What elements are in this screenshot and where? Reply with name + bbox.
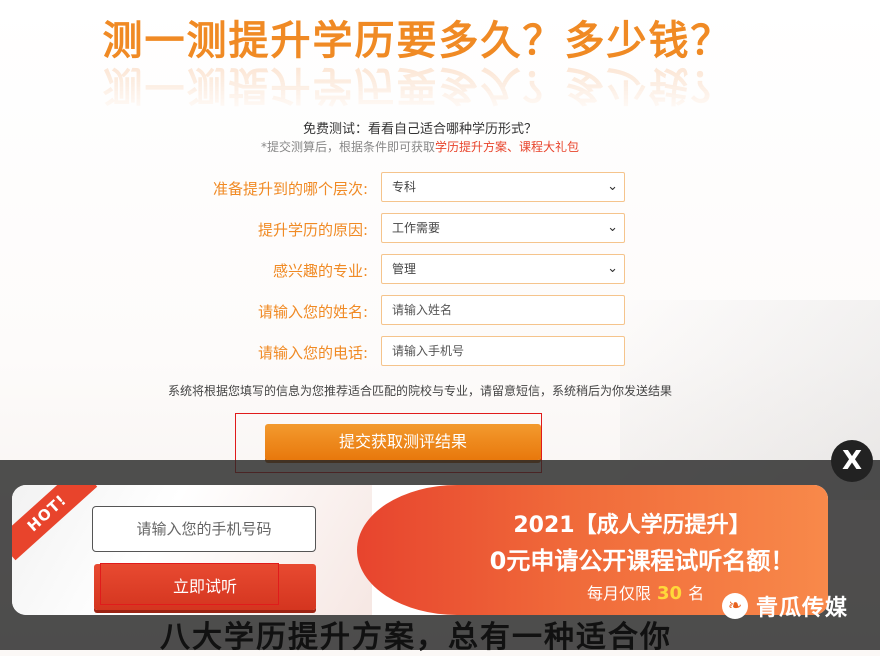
intro-text: 免费测试：看看自己适合哪种学历形式？ bbox=[302, 122, 537, 137]
major-select[interactable]: 管理 ⌄ bbox=[381, 254, 625, 284]
major-label: 感兴趣的专业: bbox=[272, 262, 368, 280]
popup-phone-input[interactable]: 请输入您的手机号码 bbox=[92, 506, 316, 552]
form-row-level: 准备提升到的哪个层次: 专科 ⌄ bbox=[0, 172, 880, 204]
watermark: ❧ 青瓜传媒 bbox=[722, 588, 848, 624]
major-select-value: 管理 bbox=[392, 262, 417, 276]
reason-select[interactable]: 工作需要 ⌄ bbox=[381, 213, 625, 243]
phone-label: 请输入您的电话: bbox=[257, 344, 368, 362]
intro-subtext-prefix: *提交测算后，根据条件即可获取 bbox=[260, 140, 435, 154]
page-headline: 测一测提升学历要多久？多少钱？ bbox=[102, 18, 733, 64]
headline-reflection: 测一测提升学历要多久？多少钱？ bbox=[102, 62, 733, 108]
name-input[interactable]: 请输入姓名 bbox=[381, 295, 625, 325]
level-label: 准备提升到的哪个层次: bbox=[212, 180, 368, 198]
chevron-down-icon: ⌄ bbox=[607, 179, 618, 194]
level-select[interactable]: 专科 ⌄ bbox=[381, 172, 625, 202]
chevron-down-icon: ⌄ bbox=[607, 220, 618, 235]
name-label: 请输入您的姓名: bbox=[257, 303, 368, 321]
section-heading-behind: 八大学历提升方案，总有一种适合你 bbox=[160, 620, 672, 655]
phone-input[interactable]: 请输入手机号 bbox=[381, 336, 625, 366]
promo-limit-number: 30 bbox=[657, 583, 683, 604]
melon-logo-icon: ❧ bbox=[722, 593, 748, 619]
reason-select-value: 工作需要 bbox=[392, 221, 441, 235]
promo-limit-prefix: 每月仅限 bbox=[587, 584, 652, 603]
level-select-value: 专科 bbox=[392, 180, 417, 194]
promo-title: 2021【成人学历提升】 bbox=[513, 513, 751, 538]
promo-limit-suffix: 名 bbox=[688, 584, 705, 603]
close-popup-button[interactable]: X bbox=[831, 440, 873, 482]
form-note: 系统将根据您填写的信息为您推荐适合匹配的院校与专业，请留意短信，系统稍后为你发送… bbox=[167, 384, 672, 398]
form-row-reason: 提升学历的原因: 工作需要 ⌄ bbox=[0, 213, 880, 245]
intro-subtext: *提交测算后，根据条件即可获取学历提升方案、课程大礼包 bbox=[0, 138, 840, 155]
highlight-outline-listen bbox=[100, 563, 279, 605]
reason-label: 提升学历的原因: bbox=[257, 221, 368, 239]
promo-subtitle: 0元申请公开课程试听名额！ bbox=[489, 547, 795, 575]
intro-subtext-highlight: 学历提升方案、课程大礼包 bbox=[435, 140, 580, 154]
watermark-text: 青瓜传媒 bbox=[756, 596, 849, 621]
form-row-major: 感兴趣的专业: 管理 ⌄ bbox=[0, 254, 880, 286]
chevron-down-icon: ⌄ bbox=[607, 261, 618, 276]
form-row-name: 请输入您的姓名: 请输入姓名 bbox=[0, 295, 880, 327]
form-row-phone: 请输入您的电话: 请输入手机号 bbox=[0, 336, 880, 368]
promo-limit: 每月仅限 30 名 bbox=[587, 580, 704, 604]
